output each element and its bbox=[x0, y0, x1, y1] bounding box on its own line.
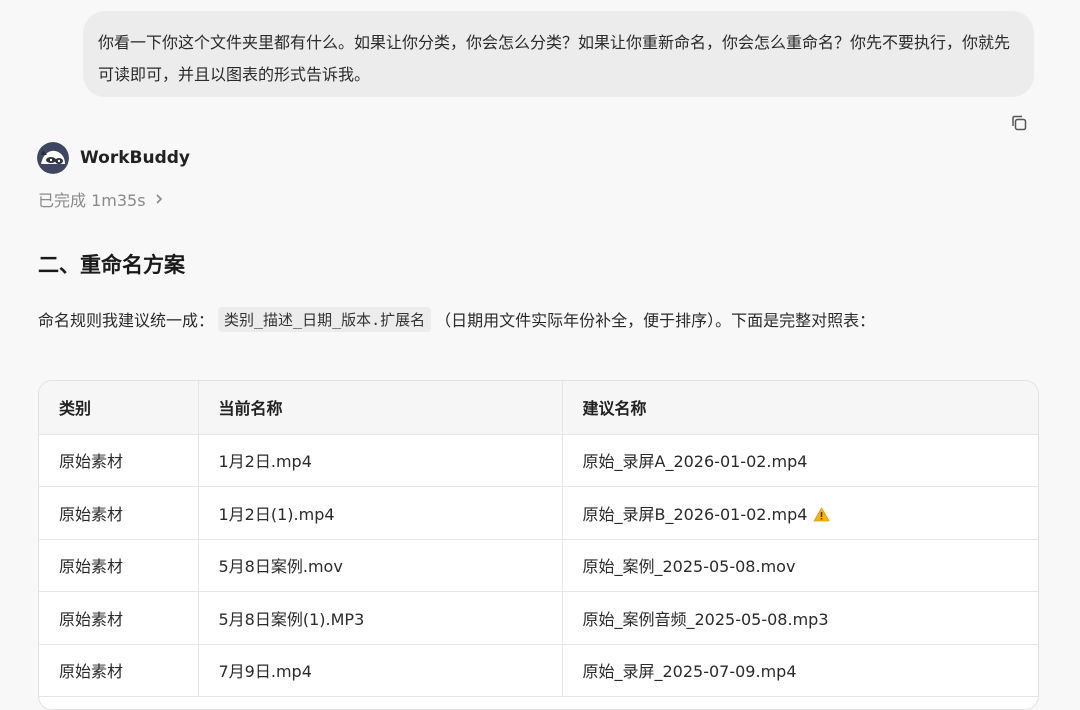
rule-suffix: （日期用文件实际年份补全，便于排序）。下面是完整对照表： bbox=[435, 311, 876, 330]
cell-category: 原始素材 bbox=[39, 486, 199, 540]
header-suggested-name: 建议名称 bbox=[562, 381, 1038, 435]
avatar bbox=[37, 142, 69, 174]
completion-status-toggle[interactable]: 已完成 1m35s bbox=[38, 187, 164, 211]
table-row: 原始素材 5月8日案例.mov 原始_案例_2025-05-08.mov bbox=[39, 539, 1038, 592]
user-message-text: 你看一下你这个文件夹里都有什么。如果让你分类，你会怎么分类？如果让你重新命名，你… bbox=[98, 33, 1011, 84]
rule-code: 类别_描述_日期_版本.扩展名 bbox=[218, 306, 432, 332]
cell-current-name: 1月2日.mp4 bbox=[198, 434, 563, 487]
cell-category: 原始素材 bbox=[39, 434, 199, 487]
cell-category: 原始素材 bbox=[39, 644, 199, 697]
copy-icon bbox=[1012, 115, 1027, 131]
table-row: 原始素材 1月2日.mp4 原始_录屏A_2026-01-02.mp4 bbox=[39, 434, 1038, 487]
cell-current-name: 5月8日案例(1).MP3 bbox=[198, 591, 563, 645]
rename-table: 类别 当前名称 建议名称 原始素材 1月2日.mp4 原始_录屏A_2026-0… bbox=[38, 380, 1039, 710]
rule-prefix: 命名规则我建议统一成： bbox=[38, 311, 215, 330]
cell-category: 原始素材 bbox=[39, 539, 199, 592]
cell-suggested-name: 原始_案例_2025-05-08.mov bbox=[562, 539, 1038, 592]
cell-current-name: 5月8日案例.mov bbox=[198, 539, 563, 592]
assistant-name: WorkBuddy bbox=[80, 148, 190, 168]
section-title: 二、重命名方案 bbox=[38, 253, 185, 277]
user-message-bubble: 你看一下你这个文件夹里都有什么。如果让你分类，你会怎么分类？如果让你重新命名，你… bbox=[83, 11, 1034, 97]
header-current-name: 当前名称 bbox=[198, 381, 563, 435]
assistant-header: WorkBuddy bbox=[37, 142, 190, 174]
cell-suggested-name: 原始_录屏B_2026-01-02.mp4 bbox=[562, 486, 1038, 540]
cell-suggested-name: 原始_录屏_2025-07-09.mp4 bbox=[562, 644, 1038, 697]
copy-button[interactable] bbox=[1008, 112, 1030, 134]
table-row: 原始素材 7月9日.mp4 原始_录屏_2025-07-09.mp4 bbox=[39, 644, 1038, 697]
table-header-row: 类别 当前名称 建议名称 bbox=[39, 381, 1038, 435]
table-row: 原始素材 1月2日(1).mp4 原始_录屏B_2026-01-02.mp4 bbox=[39, 486, 1038, 540]
cell-suggested-name: 原始_录屏A_2026-01-02.mp4 bbox=[562, 434, 1038, 487]
raccoon-avatar-icon bbox=[37, 142, 69, 174]
header-category: 类别 bbox=[39, 381, 199, 435]
warning-icon bbox=[814, 507, 830, 522]
table-row: 原始素材 5月8日案例(1).MP3 原始_案例音频_2025-05-08.mp… bbox=[39, 591, 1038, 645]
cell-suggested-name: 原始_案例音频_2025-05-08.mp3 bbox=[562, 591, 1038, 645]
completion-status-text: 已完成 1m35s bbox=[38, 191, 146, 210]
cell-current-name: 1月2日(1).mp4 bbox=[198, 486, 563, 540]
cell-current-name: 7月9日.mp4 bbox=[198, 644, 563, 697]
cell-category: 原始素材 bbox=[39, 591, 199, 645]
chevron-right-icon bbox=[154, 193, 164, 205]
naming-rule: 命名规则我建议统一成： 类别_描述_日期_版本.扩展名 （日期用文件实际年份补全… bbox=[38, 305, 875, 333]
